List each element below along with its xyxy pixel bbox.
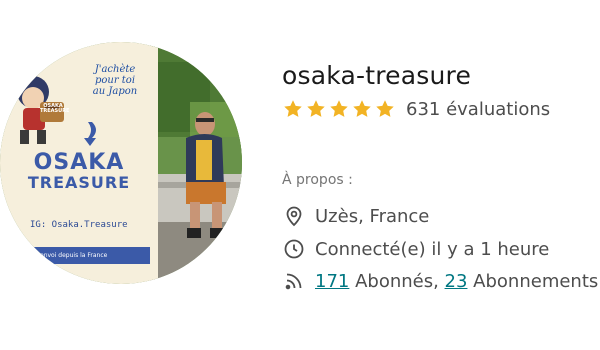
last-seen-text: Connecté(e) il y a 1 heure	[315, 238, 550, 260]
profile-header: osaka-treasure 631 évaluations	[282, 58, 600, 122]
about-label: À propos :	[282, 172, 353, 188]
star-icon	[353, 100, 371, 117]
rss-feed-icon	[285, 273, 302, 290]
username-title: osaka-treasure	[282, 61, 472, 90]
followers-count-link[interactable]: 171	[315, 271, 349, 292]
clock-icon	[284, 239, 304, 259]
poster-tagline: J'achète pour toi au Japon	[92, 64, 138, 97]
rating-count[interactable]: 631 évaluations	[406, 99, 550, 120]
following-label: Abonnements	[467, 270, 599, 292]
location-text: Uzès, France	[315, 205, 430, 227]
poster-footer: envoi depuis la France	[0, 247, 150, 264]
last-seen-row: Connecté(e) il y a 1 heure	[282, 237, 549, 261]
profile-avatar[interactable]: J'achète pour toi au Japon OSAKA TREASUR…	[0, 42, 242, 284]
location-pin-icon	[286, 206, 302, 227]
poster-title: OSAKA TREASURE	[27, 150, 131, 192]
poster-box-label: OSAKA TREASURE	[40, 103, 70, 114]
star-icon	[330, 100, 348, 117]
followers-label: Abonnés,	[349, 270, 445, 292]
star-icon	[284, 100, 302, 117]
location-row: Uzès, France	[282, 204, 429, 228]
star-icon	[376, 100, 394, 117]
followers-row: 171 Abonnés, 23 Abonnements	[282, 269, 598, 293]
star-icon	[307, 100, 325, 117]
rating-summary[interactable]: 631 évaluations	[282, 96, 600, 122]
following-count-link[interactable]: 23	[445, 271, 468, 292]
rating-stars	[282, 98, 397, 120]
poster-handle: IG: Osaka.Treasure	[30, 220, 128, 230]
